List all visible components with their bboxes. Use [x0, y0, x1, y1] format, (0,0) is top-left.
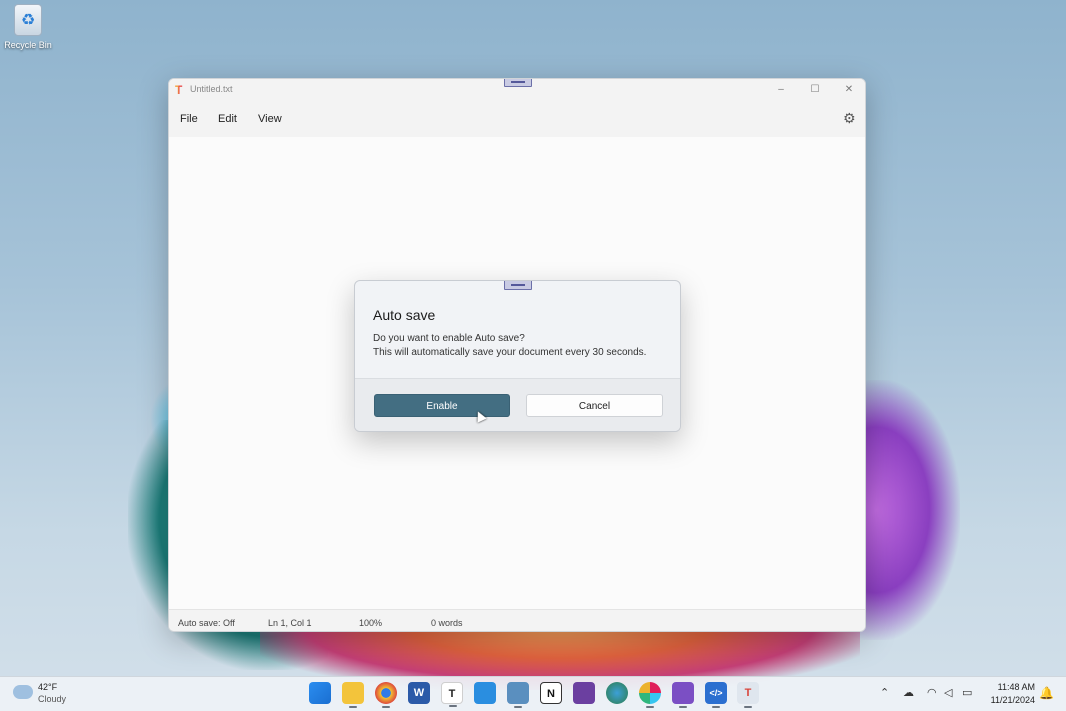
window-title: Untitled.txt [190, 84, 233, 94]
snap-handle[interactable] [504, 79, 532, 87]
weather-temperature: 42°F [38, 682, 58, 692]
file-explorer-icon[interactable] [342, 682, 364, 708]
menu-bar: File Edit View ⚙ [169, 101, 865, 137]
title-bar[interactable]: T Untitled.txt – ☐ ✕ [169, 79, 865, 101]
chevron-up-icon[interactable]: ⌃ [880, 686, 889, 699]
notification-bell-icon[interactable]: 🔔 [1039, 686, 1054, 700]
menu-view[interactable]: View [258, 113, 282, 125]
cloud-icon [13, 685, 33, 699]
recycle-bin-icon: ♻ [14, 4, 42, 36]
dialog-message-line1: Do you want to enable Auto save? [373, 333, 525, 344]
visual-studio-icon[interactable] [672, 682, 694, 708]
notion-icon[interactable]: N [540, 682, 562, 704]
typora-icon[interactable]: T [441, 682, 463, 707]
app-logo-icon: T [175, 84, 186, 96]
wifi-icon[interactable]: ◠ [927, 686, 937, 699]
taskbar: 42°F Cloudy W T N </> T ⌃ ☁ ◠ ◁ ▭ 11:48 … [0, 676, 1066, 711]
clock-time[interactable]: 11:48 AM [989, 682, 1035, 692]
volume-icon[interactable]: ◁ [944, 686, 952, 699]
battery-icon[interactable]: ▭ [962, 686, 972, 699]
minimize-button[interactable]: – [766, 82, 796, 98]
dialog-snap-handle[interactable] [504, 281, 532, 290]
affinity-icon[interactable] [573, 682, 595, 704]
dialog-message-line2: This will automatically save your docume… [373, 347, 647, 358]
dialog-title: Auto save [373, 307, 436, 323]
status-cursor-position: Ln 1, Col 1 [268, 618, 312, 628]
enable-button[interactable]: Enable [374, 394, 510, 417]
chrome-icon[interactable] [375, 682, 397, 708]
slack-icon[interactable] [639, 682, 661, 708]
vscode-icon[interactable] [474, 682, 496, 704]
auto-save-dialog: Auto save Do you want to enable Auto sav… [354, 280, 681, 432]
maps-icon[interactable] [606, 682, 628, 704]
close-button[interactable]: ✕ [834, 82, 864, 98]
weather-condition: Cloudy [38, 694, 67, 704]
clock-date[interactable]: 11/21/2024 [985, 695, 1035, 705]
menu-edit[interactable]: Edit [218, 113, 237, 125]
onedrive-icon[interactable]: ☁ [903, 686, 914, 699]
word-icon[interactable]: W [408, 682, 430, 704]
start-icon[interactable] [309, 682, 331, 704]
cancel-button[interactable]: Cancel [526, 394, 663, 417]
gear-icon[interactable]: ⚙ [843, 110, 856, 127]
status-word-count: 0 words [431, 618, 463, 628]
dev-tools-icon[interactable]: </> [705, 682, 727, 708]
menu-file[interactable]: File [180, 113, 198, 125]
dialog-footer: Enable Cancel [355, 378, 680, 431]
text-editor-icon[interactable]: T [737, 682, 759, 708]
status-zoom: 100% [359, 618, 383, 628]
notepad-icon[interactable] [507, 682, 529, 708]
recycle-bin-label: Recycle Bin [4, 40, 52, 50]
status-bar: Auto save: Off Ln 1, Col 1 100% 0 words [169, 609, 865, 631]
maximize-button[interactable]: ☐ [800, 82, 830, 98]
status-auto-save: Auto save: Off [178, 618, 235, 628]
desktop-icon-recycle-bin[interactable]: ♻ Recycle Bin [4, 4, 52, 50]
